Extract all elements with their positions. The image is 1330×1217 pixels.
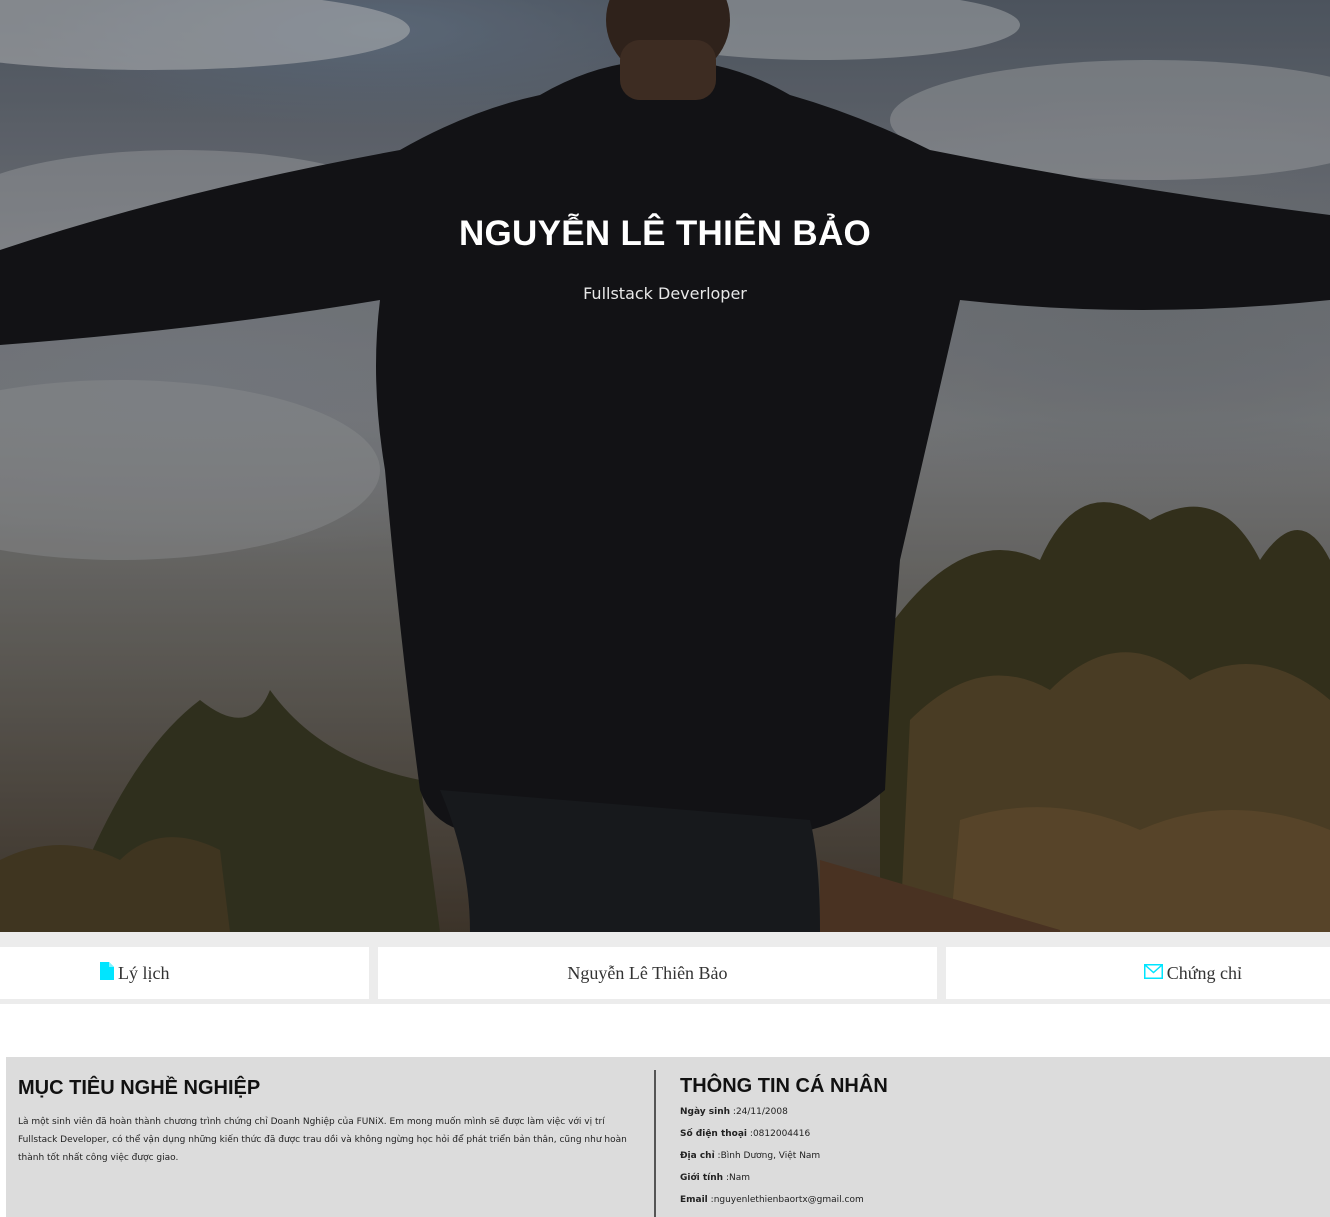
nav-item-certificates-label: Chứng chỉ [1166,962,1242,983]
personal-info-value: :0812004416 [749,1129,811,1139]
personal-info-item: Ngày sinh :24/11/2008 [680,1105,1300,1127]
info-section: MỤC TIÊU NGHỀ NGHIỆP Là một sinh viên đã… [6,1057,1330,1217]
career-objective-text: Là một sinh viên đã hoàn thành chương tr… [18,1117,627,1163]
personal-info-label: Ngày sinh [680,1107,731,1117]
career-objective: MỤC TIÊU NGHỀ NGHIỆP Là một sinh viên đã… [18,1077,643,1167]
personal-info-label: Số điện thoại [680,1129,748,1139]
navigation-bar: Lý lịch Nguyễn Lê Thiên Bảo Chứng chỉ [0,932,1330,1004]
personal-info-label: Địa chỉ [680,1151,715,1161]
personal-info-value: :nguyenlethienbaortx@gmail.com [710,1195,864,1205]
personal-info-label: Giới tính [680,1173,724,1183]
nav-item-certificates[interactable]: Chứng chỉ [946,947,1330,999]
column-divider [654,1070,656,1217]
personal-info-item: Email :nguyenlethienbaortx@gmail.com [680,1193,1300,1215]
hero-overlay [0,0,1330,932]
personal-info-title: THÔNG TIN CÁ NHÂN [680,1075,888,1097]
hero-role: Fullstack Deverloper [583,284,747,303]
nav-item-name[interactable]: Nguyễn Lê Thiên Bảo [378,947,937,999]
nav-item-resume-label: Lý lịch [118,962,170,983]
personal-info-label: Email [680,1195,708,1205]
personal-info-list: Ngày sinh :24/11/2008 Số điện thoại :081… [680,1105,1300,1215]
nav-item-name-label: Nguyễn Lê Thiên Bảo [567,962,728,983]
personal-info-item: Địa chỉ :Bình Dương, Việt Nam [680,1149,1300,1171]
personal-info-value: :Bình Dương, Việt Nam [717,1151,821,1161]
file-icon [100,961,114,985]
personal-info-value: :24/11/2008 [732,1107,788,1117]
personal-info-item: Giới tính :Nam [680,1171,1300,1193]
hero-name: NGUYỄN LÊ THIÊN BẢO [458,214,872,253]
career-objective-title: MỤC TIÊU NGHỀ NGHIỆP [18,1077,261,1099]
nav-item-resume[interactable]: Lý lịch [0,947,369,999]
personal-info-value: :Nam [725,1173,750,1183]
hero-banner: NGUYỄN LÊ THIÊN BẢO Fullstack Deverloper [0,0,1330,932]
personal-info-item: Số điện thoại :0812004416 [680,1127,1300,1149]
envelope-icon [1143,963,1163,984]
personal-info: THÔNG TIN CÁ NHÂN Ngày sinh :24/11/2008 … [680,1075,1300,1215]
